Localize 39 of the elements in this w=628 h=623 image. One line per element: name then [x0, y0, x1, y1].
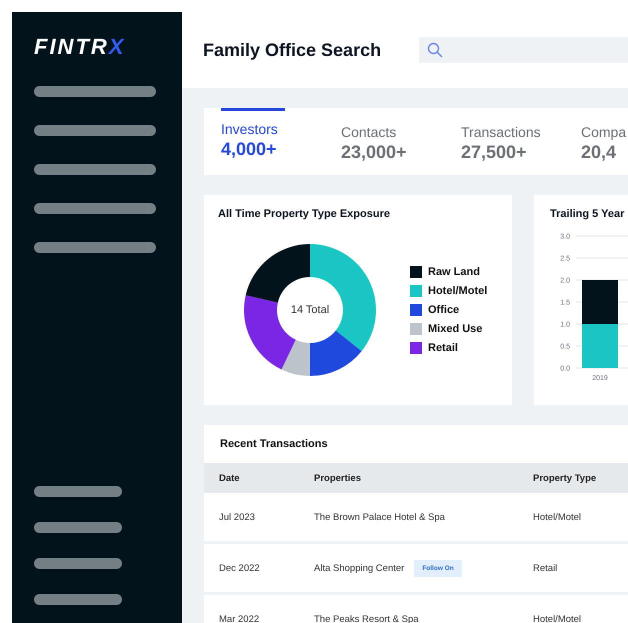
table-cell: Alta Shopping Center: [314, 562, 404, 574]
donut-total: 14 Total: [290, 304, 330, 316]
search-icon: [427, 42, 444, 58]
nav-placeholder-bar[interactable]: [34, 594, 122, 605]
bar-segment: [582, 324, 618, 368]
nav-placeholder-bar[interactable]: [34, 125, 156, 136]
table-cell: Retail: [533, 562, 558, 574]
stat-tab[interactable]: Compa 20,4: [581, 108, 628, 175]
nav-placeholder-bar[interactable]: [34, 86, 156, 97]
nav-placeholder-bar[interactable]: [34, 203, 156, 214]
table-cell-text: Jul 2023: [219, 512, 256, 522]
table-cell: The Brown Palace Hotel & Spa: [314, 512, 445, 522]
legend-label: Hotel/Motel: [428, 285, 488, 297]
nav-placeholder-bar[interactable]: [34, 522, 122, 533]
column-header: Date: [219, 472, 241, 484]
legend-label: Office: [428, 304, 460, 316]
logo: FINTRX: [34, 34, 126, 60]
bar-segment: [582, 280, 618, 324]
search-field[interactable]: [419, 37, 628, 63]
table-cell: Hotel/Motel: [533, 512, 582, 522]
chart-title: All Time Property Type Exposure: [218, 208, 391, 220]
stat-tab[interactable]: Contacts 23,000+: [341, 108, 461, 175]
stat-tab[interactable]: Investors 4,000+: [221, 108, 341, 175]
stat-tab[interactable]: Transactions 27,500+: [461, 108, 581, 175]
nav-placeholder-bar[interactable]: [34, 164, 156, 175]
table-cell-text: Mar 2022: [219, 614, 260, 623]
legend-label: Raw Land: [428, 266, 480, 278]
page-title: Family Office Search: [203, 40, 382, 60]
nav-placeholder-bar[interactable]: [34, 242, 156, 253]
nav-placeholder-bar[interactable]: [34, 558, 122, 569]
column-header: Properties: [314, 472, 362, 484]
chart-title: Trailing 5 Year: [550, 208, 626, 220]
column-header: Property Type: [533, 472, 596, 484]
legend-label: Mixed Use: [428, 323, 482, 335]
table-cell-text: Dec 2022: [219, 562, 261, 574]
legend-label: Retail: [428, 342, 458, 354]
nav-placeholder-bar[interactable]: [34, 486, 122, 497]
table-cell: Hotel/Motel: [533, 614, 582, 623]
section-title: Recent Transactions: [219, 437, 329, 452]
